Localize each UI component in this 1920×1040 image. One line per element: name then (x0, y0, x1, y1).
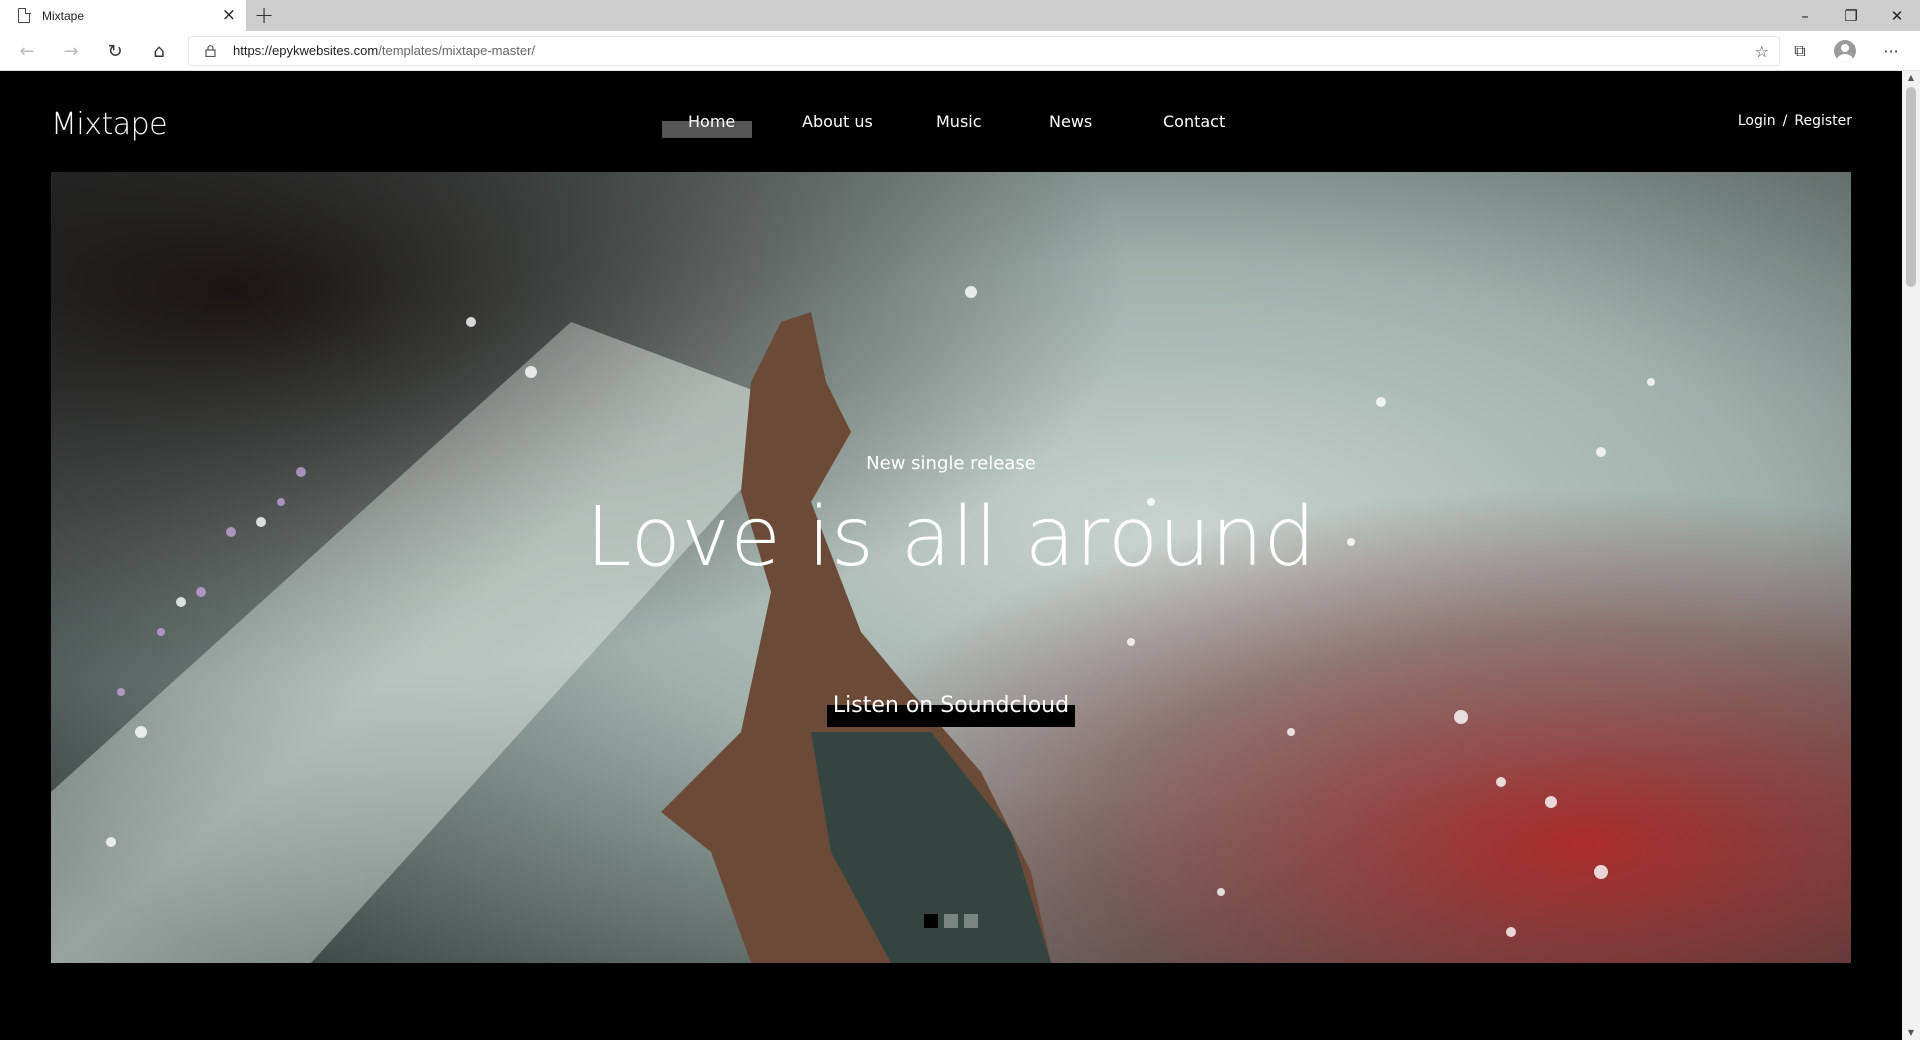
lock-icon (205, 45, 216, 57)
slider-indicators (924, 914, 978, 928)
register-link[interactable]: Register (1794, 113, 1852, 129)
minimize-button[interactable]: – (1782, 0, 1828, 31)
slide-dot-3[interactable] (964, 914, 978, 928)
scrollbar-thumb[interactable] (1906, 87, 1916, 287)
restore-button[interactable]: ❐ (1828, 0, 1874, 31)
back-arrow-icon[interactable]: ← (14, 39, 40, 63)
listen-soundcloud-button[interactable]: Listen on Soundcloud (51, 693, 1851, 718)
more-menu-icon[interactable]: ··· (1878, 39, 1904, 63)
page-icon (18, 7, 31, 23)
nav-item-news[interactable]: News (1049, 112, 1092, 131)
forward-arrow-icon[interactable]: → (58, 39, 84, 63)
slide-dot-2[interactable] (944, 914, 958, 928)
home-icon[interactable]: ⌂ (146, 39, 172, 63)
web-page: Mixtape Home About us Music News Contact… (0, 71, 1902, 1040)
scroll-down-arrow-icon[interactable]: ▼ (1902, 1026, 1920, 1040)
hero-subtitle: New single release (866, 453, 1036, 474)
close-window-button[interactable]: ✕ (1874, 0, 1920, 31)
site-logo[interactable]: Mixtape (51, 107, 168, 142)
auth-separator: / (1782, 113, 1788, 129)
nav-item-contact[interactable]: Contact (1163, 112, 1225, 131)
nav-item-music[interactable]: Music (936, 112, 982, 131)
slide-dot-1[interactable] (924, 914, 938, 928)
nav-item-about-us[interactable]: About us (802, 112, 873, 131)
browser-tab-bar: Mixtape × + – ❐ ✕ (0, 0, 1920, 31)
hero-slider: New single release Love is all around Li… (51, 172, 1851, 963)
auth-links: Login / Register (1738, 113, 1852, 129)
close-tab-icon[interactable]: × (222, 6, 236, 24)
tab-title: Mixtape (42, 8, 85, 23)
profile-avatar[interactable] (1834, 40, 1856, 62)
scroll-up-arrow-icon[interactable]: ▲ (1902, 71, 1920, 85)
page-scrollbar[interactable]: ▲ ▼ (1902, 71, 1920, 1040)
reload-icon[interactable]: ↻ (102, 39, 128, 63)
nav-item-home[interactable]: Home (688, 112, 735, 131)
browser-toolbar: ← → ↻ ⌂ https://epykwebsites.com/templat… (0, 31, 1920, 71)
url-text: https://epykwebsites.com/templates/mixta… (233, 43, 536, 58)
collections-icon[interactable]: ⧉ (1787, 39, 1813, 63)
new-tab-button[interactable]: + (254, 3, 274, 27)
address-bar[interactable]: https://epykwebsites.com/templates/mixta… (188, 36, 1780, 66)
browser-tab[interactable]: Mixtape × (0, 0, 246, 31)
favorites-star-icon[interactable]: ☆ (1755, 42, 1769, 61)
login-link[interactable]: Login (1738, 113, 1776, 129)
hero-title: Love is all around (585, 490, 1317, 585)
